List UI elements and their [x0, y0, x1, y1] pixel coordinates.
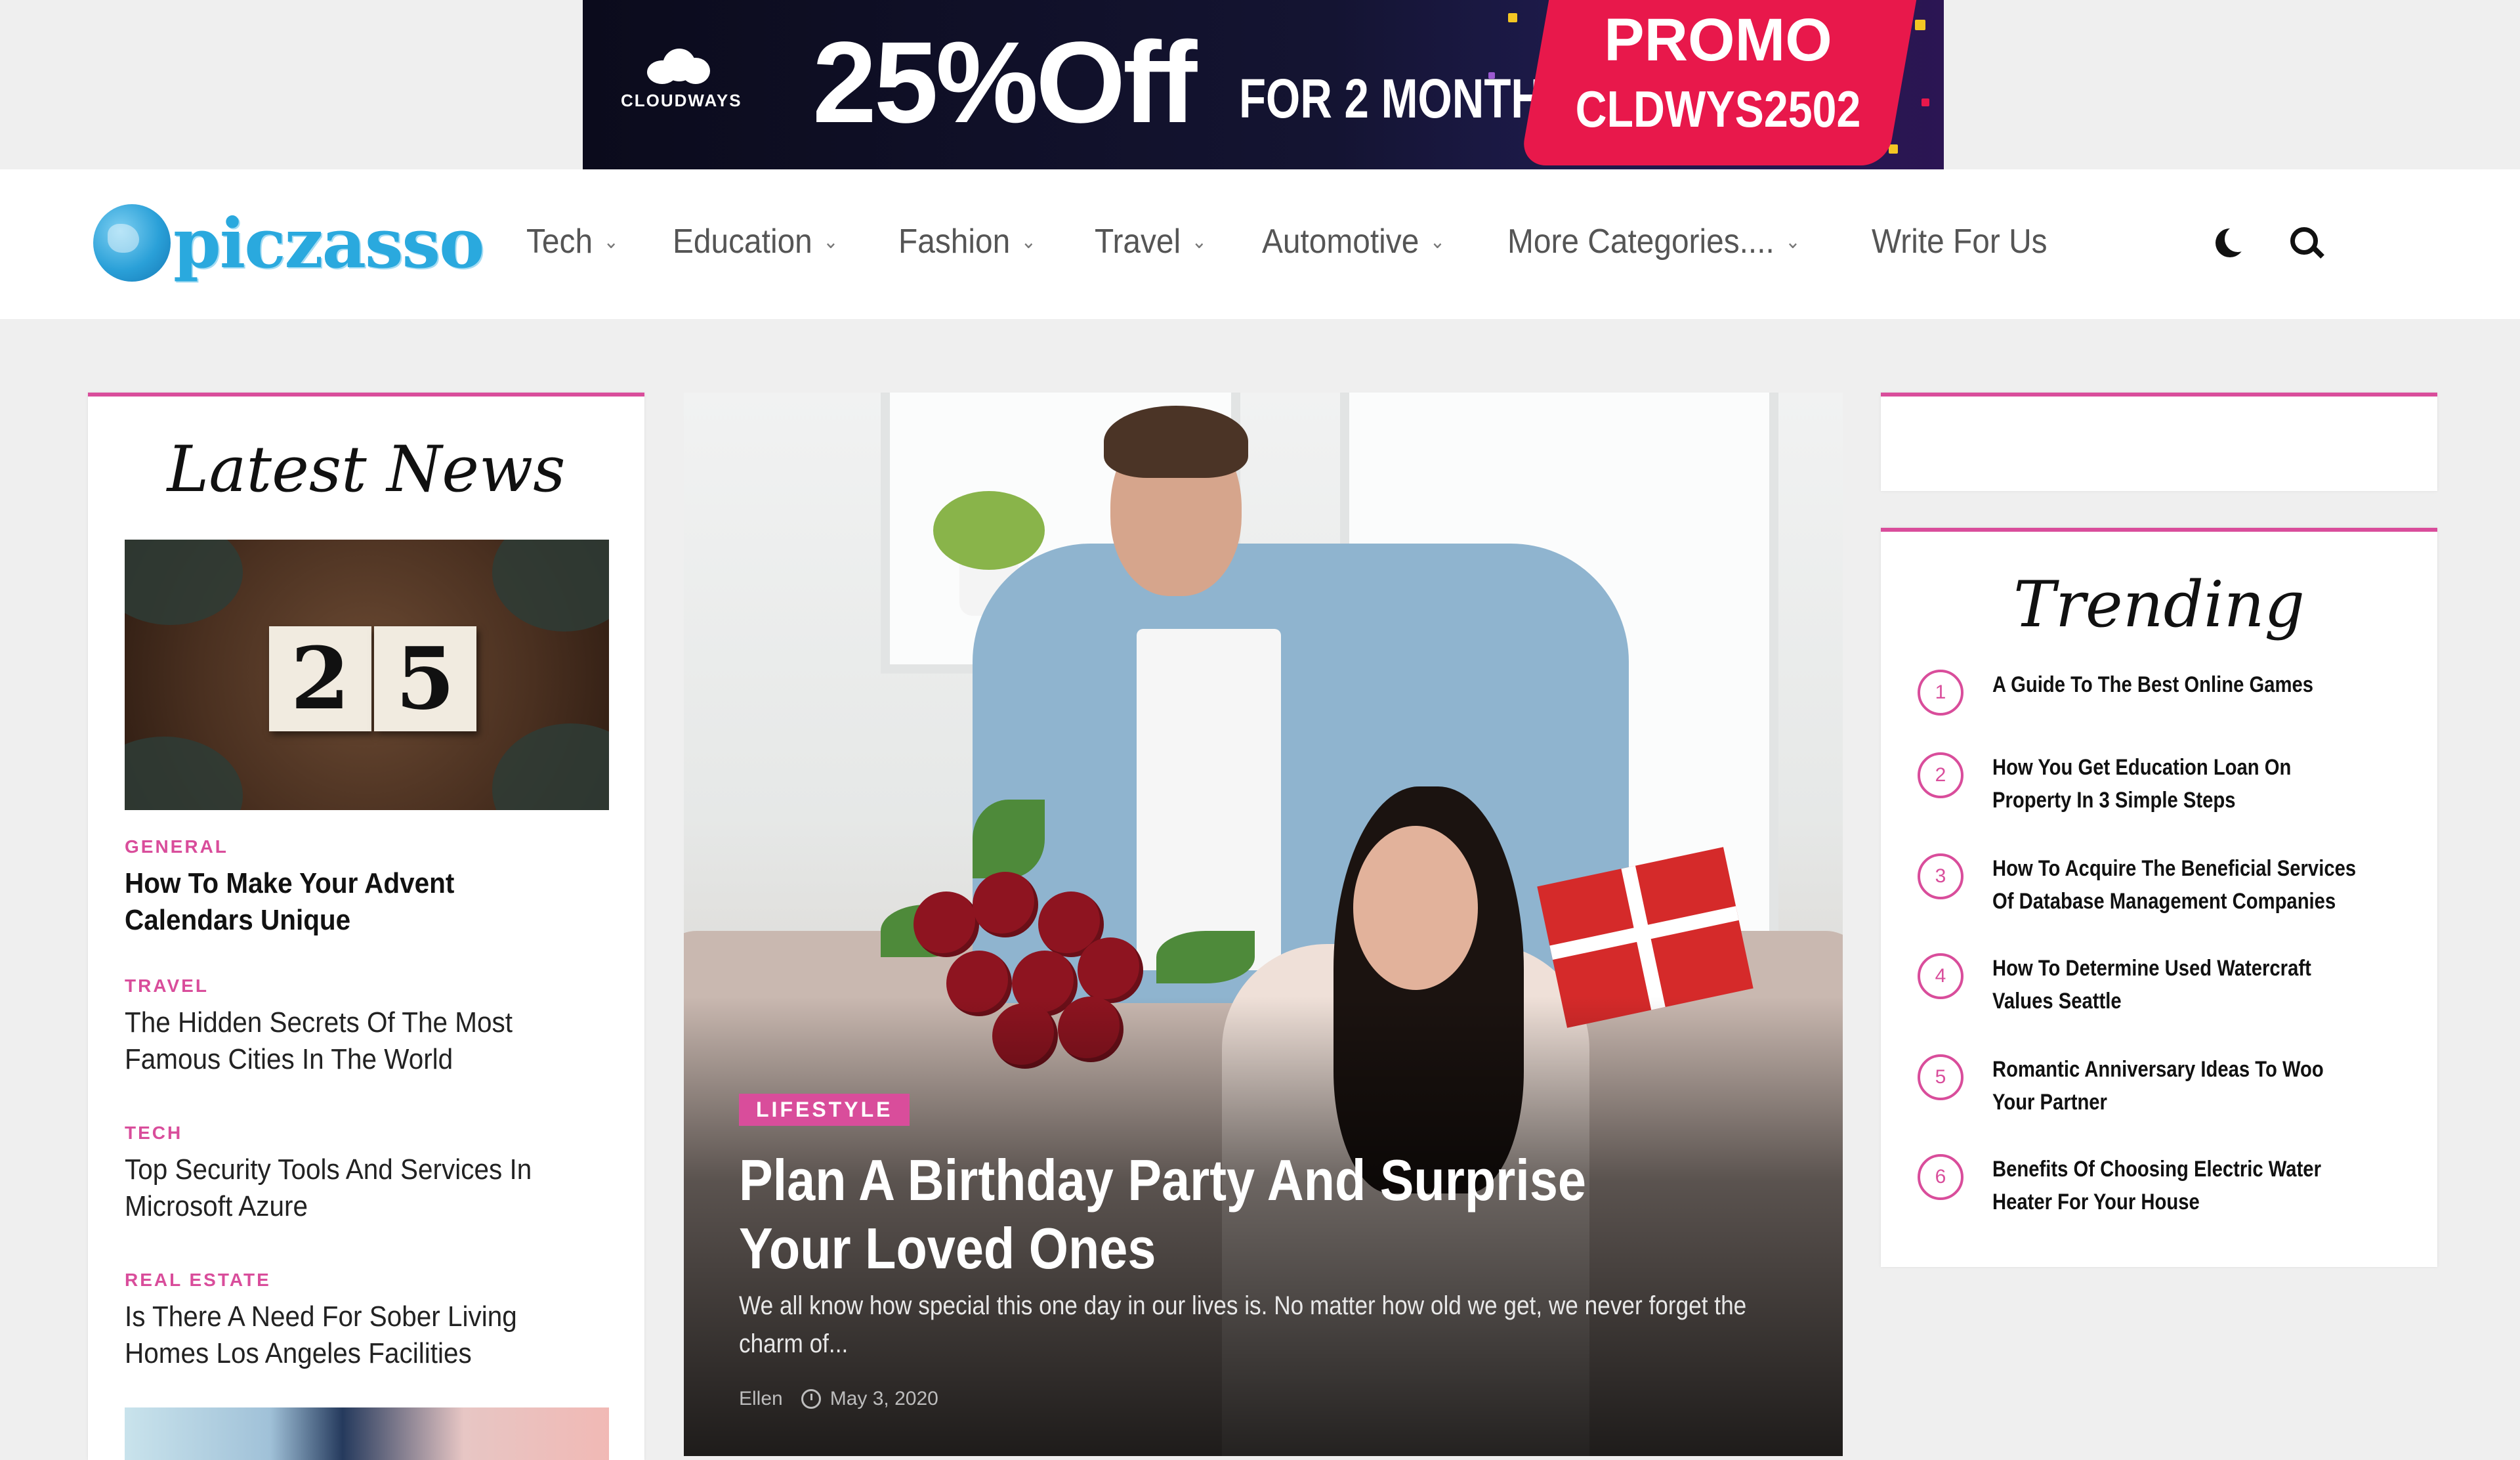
site-header: piczasso Tech ⌄ Education ⌄ Fashion ⌄ Trave… — [0, 169, 2520, 319]
nav-item-travel[interactable]: Travel ⌄ — [1095, 222, 1207, 261]
site-logo[interactable]: piczasso — [93, 197, 487, 289]
trending-title: Trending — [2013, 568, 2305, 641]
list-item[interactable]: GENERAL How To Make Your Advent Calendar… — [125, 836, 610, 939]
trending-item[interactable]: 1 A Guide To The Best Online Games — [1918, 668, 2416, 716]
leaf — [1156, 931, 1255, 983]
logo-text: piczasso — [173, 202, 484, 284]
news-title[interactable]: Top Security Tools And Services In Micro… — [125, 1151, 572, 1225]
sidebar-empty-widget — [1881, 393, 2437, 491]
trending-rank: 3 — [1918, 853, 1964, 899]
leaf — [973, 800, 1045, 878]
list-item[interactable]: TRAVEL The Hidden Secrets Of The Most Fa… — [125, 976, 610, 1078]
nav-item-education[interactable]: Education ⌄ — [673, 222, 838, 261]
nav-item-write-for-us[interactable]: Write For Us — [1872, 222, 2048, 261]
trending-rank: 2 — [1918, 752, 1964, 798]
rose — [973, 872, 1038, 937]
calendar-cube: 2 — [269, 626, 371, 731]
ad-promo-label: PROMO — [1604, 7, 1832, 74]
calendar-cube: 5 — [374, 626, 476, 731]
list-item[interactable]: REAL ESTATE Is There A Need For Sober Li… — [125, 1270, 610, 1372]
nav-item-tech[interactable]: Tech ⌄ — [526, 222, 619, 261]
list-item[interactable]: TECH Top Security Tools And Services In … — [125, 1123, 610, 1225]
main-nav: Tech ⌄ Education ⌄ Fashion ⌄ Travel ⌄ Automo… — [526, 222, 2109, 261]
advent-calendar-thumbnail[interactable]: 2 5 — [125, 540, 609, 810]
ad-subline: FOR 2 MONTHS — [1239, 68, 1572, 129]
hero-meta: Ellen May 3, 2020 — [739, 1388, 938, 1410]
hero-title[interactable]: Plan A Birthday Party And Surprise Your … — [739, 1146, 1663, 1283]
chevron-down-icon: ⌄ — [823, 230, 839, 253]
ad-brand: CLOUDWAYS — [621, 91, 742, 110]
search-icon[interactable] — [2289, 226, 2324, 260]
ad-promo-code: CLDWYS2502 — [1575, 80, 1861, 138]
rose — [914, 891, 979, 957]
trending-item[interactable]: 3 How To Acquire The Beneficial Services… — [1918, 852, 2416, 918]
trending-item[interactable]: 5 Romantic Anniversary Ideas To Woo Your… — [1918, 1053, 2416, 1119]
nav-label: Write For Us — [1871, 223, 2048, 261]
confetti — [1508, 13, 1517, 22]
news-category[interactable]: TECH — [125, 1123, 610, 1144]
next-article-thumbnail[interactable] — [125, 1407, 609, 1460]
confetti — [1922, 98, 1929, 106]
trending-title-link[interactable]: How To Acquire The Beneficial Services O… — [1992, 852, 2357, 918]
nav-label: Tech — [526, 223, 593, 261]
trending-title-link[interactable]: Benefits Of Choosing Electric Water Heat… — [1992, 1153, 2357, 1218]
post-date: May 3, 2020 — [830, 1388, 938, 1409]
trending-rank: 1 — [1918, 670, 1964, 716]
rose — [1078, 937, 1143, 1003]
trending-title-link[interactable]: How You Get Education Loan On Property I… — [1992, 751, 2357, 817]
nav-label: Fashion — [898, 223, 1011, 261]
trending-item[interactable]: 2 How You Get Education Loan On Property… — [1918, 751, 2416, 817]
latest-news-widget: Latest News 2 5 GENERAL How To Make Your… — [88, 393, 644, 1460]
author-name[interactable]: Ellen — [739, 1388, 783, 1410]
chevron-down-icon: ⌄ — [1784, 230, 1801, 253]
nav-label: Education — [672, 223, 812, 261]
trending-rank: 6 — [1918, 1154, 1964, 1200]
trending-item[interactable]: 4 How To Determine Used Watercraft Value… — [1918, 952, 2416, 1018]
chevron-down-icon: ⌄ — [1430, 230, 1446, 253]
trending-rank: 5 — [1918, 1054, 1964, 1100]
ad-promo: PROMO CLDWYS2502 — [1541, 4, 1895, 142]
category-badge[interactable]: LIFESTYLE — [739, 1094, 910, 1126]
moon-icon[interactable] — [2216, 226, 2251, 257]
trending-title-link[interactable]: Romantic Anniversary Ideas To Woo Your P… — [1992, 1053, 2357, 1119]
nav-item-automotive[interactable]: Automotive ⌄ — [1262, 222, 1445, 261]
nav-item-fashion[interactable]: Fashion ⌄ — [898, 222, 1036, 261]
latest-news-title: Latest News — [167, 433, 566, 506]
ad-banner[interactable]: CLOUDWAYS 25%Off FOR 2 MONTHS PROMO CLDW… — [583, 0, 1944, 169]
cloudways-logo: CLOUDWAYS — [621, 46, 742, 131]
chevron-down-icon: ⌄ — [1191, 230, 1207, 253]
trending-widget: Trending 1 A Guide To The Best Online Ga… — [1881, 528, 2437, 1267]
hero-article[interactable]: LIFESTYLE Plan A Birthday Party And Surp… — [684, 393, 1843, 1456]
trending-title-link[interactable]: A Guide To The Best Online Games — [1992, 668, 2357, 701]
globe-icon — [93, 204, 171, 282]
nav-label: More Categories.... — [1507, 223, 1774, 261]
man-tshirt — [1137, 629, 1281, 970]
chevron-down-icon: ⌄ — [1021, 230, 1037, 253]
header-icons — [2216, 226, 2324, 260]
trending-title-link[interactable]: How To Determine Used Watercraft Values … — [1992, 952, 2357, 1018]
man-hair — [1104, 406, 1248, 478]
trending-rank: 4 — [1918, 953, 1964, 999]
plant-illustration — [933, 491, 1045, 570]
chevron-down-icon: ⌄ — [603, 230, 619, 253]
clock-icon — [801, 1389, 821, 1409]
news-category[interactable]: GENERAL — [125, 836, 610, 857]
nav-item-more-categories[interactable]: More Categories.... ⌄ — [1507, 222, 1801, 261]
confetti — [1915, 20, 1925, 30]
confetti — [1889, 144, 1898, 154]
cloud-icon — [640, 46, 713, 84]
ad-headline: 25%Off — [812, 18, 1197, 147]
news-title[interactable]: The Hidden Secrets Of The Most Famous Ci… — [125, 1004, 572, 1078]
nav-label: Automotive — [1262, 223, 1419, 261]
news-category[interactable]: REAL ESTATE — [125, 1270, 610, 1291]
news-title[interactable]: Is There A Need For Sober Living Homes L… — [125, 1299, 572, 1372]
trending-item[interactable]: 6 Benefits Of Choosing Electric Water He… — [1918, 1153, 2416, 1218]
woman-face — [1353, 826, 1478, 990]
hero-excerpt: We all know how special this one day in … — [739, 1291, 1747, 1358]
nav-label: Travel — [1094, 223, 1181, 261]
news-category[interactable]: TRAVEL — [125, 976, 610, 997]
news-title[interactable]: How To Make Your Advent Calendars Unique — [125, 865, 572, 939]
